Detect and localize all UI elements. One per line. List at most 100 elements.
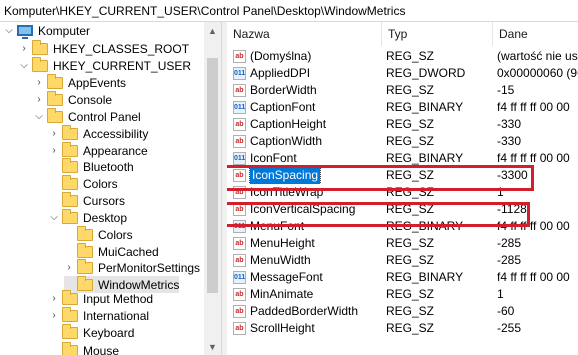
value-type: REG_BINARY — [386, 270, 464, 284]
tree-item-mouse[interactable]: Mouse — [49, 341, 119, 355]
value-row-applieddpi[interactable]: 011 AppliedDPI REG_DWORD 0x00000060 (96) — [227, 65, 578, 82]
value-type: REG_SZ — [386, 321, 435, 335]
value-row-iconspacing[interactable]: ab IconSpacing REG_SZ -3300 — [227, 167, 578, 184]
value-name-cell: ab MenuHeight — [233, 235, 383, 252]
value-row-captionwidth[interactable]: ab CaptionWidth REG_SZ -330 — [227, 133, 578, 150]
chevron-right-icon[interactable]: › — [19, 40, 29, 57]
folder-icon — [77, 225, 93, 241]
value-row-borderwidth[interactable]: ab BorderWidth REG_SZ -15 — [227, 82, 578, 99]
folder-icon — [47, 73, 63, 89]
value-type: REG_SZ — [386, 117, 435, 131]
value-name: CaptionFont — [250, 100, 316, 114]
value-row-iconfont[interactable]: 011 IconFont REG_BINARY f4 ff ff ff 00 00 — [227, 150, 578, 167]
value-name-cell: 011 CaptionFont — [233, 99, 383, 116]
value-row-menuheight[interactable]: ab MenuHeight REG_SZ -285 — [227, 235, 578, 252]
tree-item-label: Colors — [98, 227, 133, 242]
tree-item-label: Komputer — [38, 23, 91, 38]
chevron-right-icon[interactable]: › — [34, 74, 44, 91]
chevron-right-icon[interactable]: › — [49, 125, 59, 142]
value-name: MenuWidth — [250, 253, 311, 267]
value-row-iconverticalspacing[interactable]: ab IconVerticalSpacing REG_SZ -1128 — [227, 201, 578, 218]
value-name: CaptionHeight — [250, 117, 327, 131]
tree-item-keyboard[interactable]: Keyboard — [49, 323, 134, 341]
tree-item-komputer[interactable]: ⌵ Komputer — [4, 22, 90, 39]
value-type: REG_SZ — [386, 185, 435, 199]
tree-item-appevents[interactable]: › AppEvents — [34, 73, 127, 91]
value-row-domy-lna[interactable]: ab (Domyślna) REG_SZ (wartość nie usta — [227, 48, 578, 65]
chevron-right-icon[interactable]: › — [64, 259, 74, 276]
binary-value-icon: 011 — [233, 271, 246, 284]
values-list[interactable]: Nazwa Typ Dane ab (Domyślna) REG_SZ (wartoś… — [227, 22, 578, 355]
chevron-down-icon[interactable]: ⌵ — [49, 209, 59, 226]
value-name-cell: 011 MessageFont — [233, 269, 383, 286]
value-name-cell: ab IconTitleWrap — [233, 184, 383, 201]
tree-item-accessibility[interactable]: › Accessibility — [49, 124, 148, 142]
tree-item-console[interactable]: › Console — [34, 90, 112, 108]
value-type: REG_SZ — [386, 304, 435, 318]
value-name: CaptionWidth — [250, 134, 323, 148]
tree-item-colors[interactable]: Colors — [49, 174, 118, 192]
tree-item-control-panel[interactable]: ⌵ Control Panel — [34, 107, 141, 125]
registry-tree[interactable]: ⌵ Komputer › HKEY_CLASSES_ROOT ⌵ HKEY_CURRENT… — [0, 22, 221, 355]
value-row-scrollheight[interactable]: ab ScrollHeight REG_SZ -255 — [227, 320, 578, 337]
value-name: BorderWidth — [250, 83, 317, 97]
value-data: (wartość nie usta — [497, 49, 578, 63]
folder-icon — [77, 258, 93, 274]
value-name-cell: ab IconSpacing — [233, 167, 383, 184]
tree-item-hkey-current-user[interactable]: ⌵ HKEY_CURRENT_USER — [19, 56, 191, 74]
value-row-messagefont[interactable]: 011 MessageFont REG_BINARY f4 ff ff ff 00 0… — [227, 269, 578, 286]
value-row-menuwidth[interactable]: ab MenuWidth REG_SZ -285 — [227, 252, 578, 269]
tree-item-label: AppEvents — [68, 75, 127, 90]
folder-icon — [62, 124, 78, 140]
value-name: IconFont — [250, 151, 297, 165]
tree-item-appearance[interactable]: › Appearance — [49, 141, 148, 159]
value-name-cell: ab ScrollHeight — [233, 320, 383, 337]
value-row-paddedborderwidth[interactable]: ab PaddedBorderWidth REG_SZ -60 — [227, 303, 578, 320]
tree-item-hkey-classes-root[interactable]: › HKEY_CLASSES_ROOT — [19, 39, 190, 57]
folder-icon — [62, 306, 78, 322]
binary-value-icon: 011 — [233, 101, 246, 114]
folder-icon — [47, 107, 63, 123]
tree-item-bluetooth[interactable]: Bluetooth — [49, 157, 134, 175]
string-value-icon: ab — [233, 84, 246, 97]
scroll-up-arrow-icon[interactable]: ▲ — [204, 22, 221, 39]
value-data: 1 — [497, 287, 504, 301]
chevron-down-icon[interactable]: ⌵ — [19, 57, 29, 74]
folder-icon — [32, 39, 48, 55]
tree-item-muicached[interactable]: MuiCached — [64, 242, 159, 260]
chevron-right-icon[interactable]: › — [49, 290, 59, 307]
tree-item-desktop[interactable]: ⌵ Desktop — [49, 208, 127, 226]
tree-item-input-method[interactable]: › Input Method — [49, 289, 153, 307]
chevron-right-icon[interactable]: › — [49, 142, 59, 159]
address-bar[interactable]: Komputer\HKEY_CURRENT_USER\Control Panel… — [0, 0, 578, 22]
column-header-data[interactable]: Dane — [493, 22, 578, 46]
tree-item-label: Appearance — [83, 143, 148, 158]
tree-item-international[interactable]: › International — [49, 306, 150, 324]
chevron-down-icon[interactable]: ⌵ — [4, 22, 14, 39]
chevron-right-icon[interactable]: › — [34, 91, 44, 108]
value-name: MessageFont — [250, 270, 323, 284]
value-data: f4 ff ff ff 00 00 — [497, 270, 570, 284]
scroll-thumb[interactable] — [207, 58, 218, 293]
tree-item-permonitorsettings[interactable]: › PerMonitorSettings — [64, 258, 200, 276]
column-header-type[interactable]: Typ — [382, 22, 493, 46]
tree-item-label: International — [83, 308, 150, 323]
value-row-captionfont[interactable]: 011 CaptionFont REG_BINARY f4 ff ff ff 00 0… — [227, 99, 578, 116]
tree-item-label: HKEY_CLASSES_ROOT — [53, 41, 190, 56]
column-header-name[interactable]: Nazwa — [227, 22, 382, 46]
string-value-icon: ab — [233, 169, 246, 182]
tree-item-colors[interactable]: Colors — [64, 225, 133, 243]
scroll-down-arrow-icon[interactable]: ▼ — [204, 338, 221, 355]
tree-scrollbar[interactable]: ▲ ▼ — [204, 22, 221, 355]
chevron-right-icon[interactable]: › — [49, 307, 59, 324]
string-value-icon: ab — [233, 322, 246, 335]
tree-item-cursors[interactable]: Cursors — [49, 191, 125, 209]
value-row-minanimate[interactable]: ab MinAnimate REG_SZ 1 — [227, 286, 578, 303]
value-type: REG_BINARY — [386, 100, 464, 114]
value-row-menufont[interactable]: 011 MenuFont REG_BINARY f4 ff ff ff 00 00 — [227, 218, 578, 235]
value-row-icontitlewrap[interactable]: ab IconTitleWrap REG_SZ 1 — [227, 184, 578, 201]
chevron-down-icon[interactable]: ⌵ — [34, 108, 44, 125]
value-data: -255 — [497, 321, 522, 335]
value-row-captionheight[interactable]: ab CaptionHeight REG_SZ -330 — [227, 116, 578, 133]
folder-icon — [32, 56, 48, 72]
